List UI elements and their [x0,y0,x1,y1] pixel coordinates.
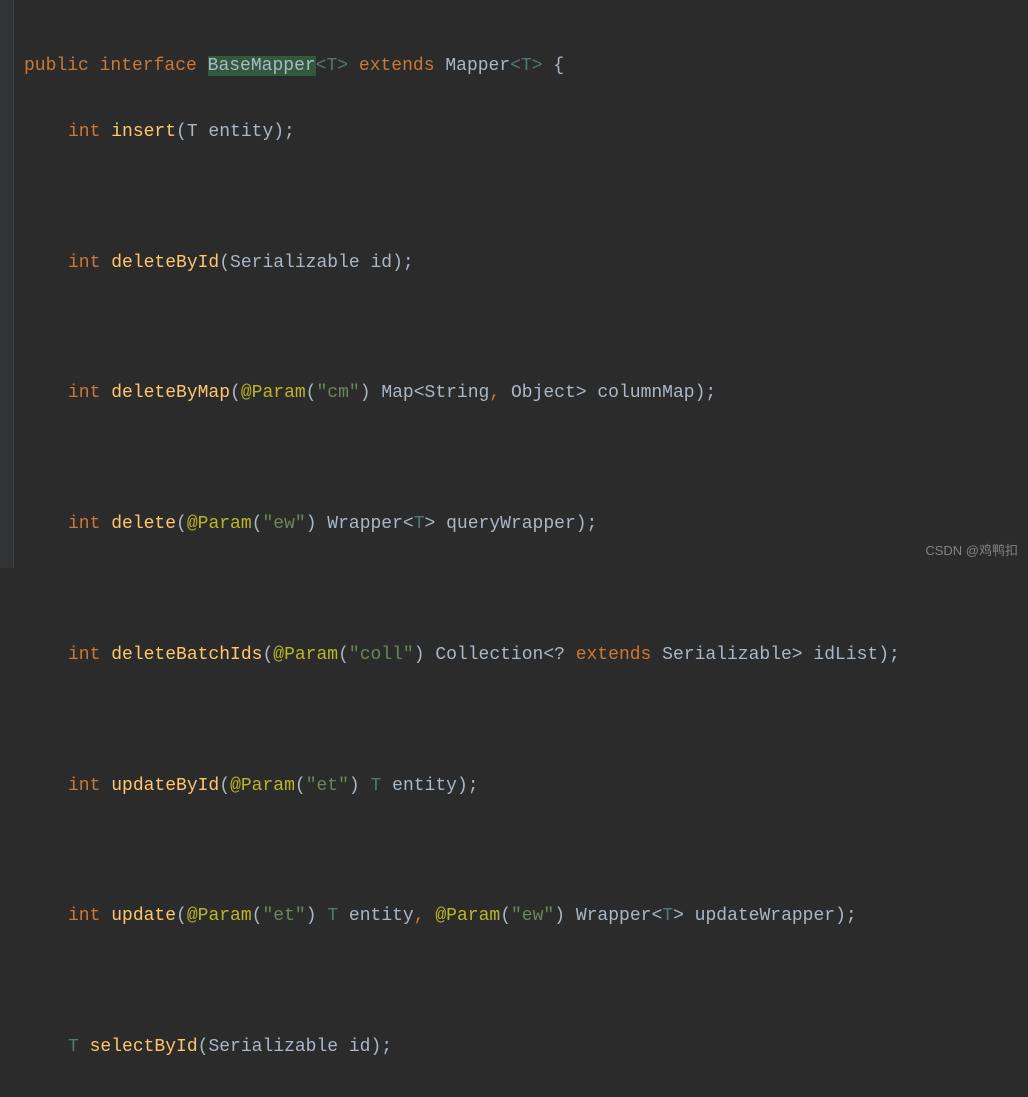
paren: ) [360,383,371,403]
annotation: @Param [230,776,295,796]
string-literal: "ew" [262,514,305,534]
paren: ( [176,906,187,926]
space [317,906,328,926]
return-type: int [68,906,100,926]
string-literal: "cm" [316,383,359,403]
blank-line [24,966,1028,999]
return-type: int [68,645,100,665]
string-literal: "coll" [349,645,414,665]
code-line: int deleteBatchIds(@Param("coll") Collec… [24,639,1028,672]
generic-param: T [662,906,673,926]
paren: ( [252,514,263,534]
params: entity); [381,776,478,796]
code-line: int insert(T entity); [24,116,1028,149]
keyword-extends: extends [576,645,652,665]
params: entity [338,906,414,926]
method-name: deleteById [111,253,219,273]
params: Collection<? [425,645,576,665]
code-line: int delete(@Param("ew") Wrapper<T> query… [24,508,1028,541]
blank-line [24,574,1028,607]
parent-class: Mapper [445,56,510,76]
code-line: public interface BaseMapper<T> extends M… [24,50,1028,83]
paren: ( [295,776,306,796]
brace: { [543,56,565,76]
paren: ( [230,383,241,403]
return-type: int [68,253,100,273]
paren: ) [306,514,317,534]
return-type: int [68,776,100,796]
params: Wrapper< [565,906,662,926]
params: > updateWrapper); [673,906,857,926]
comma: , [414,906,425,926]
params: Object> columnMap); [500,383,716,403]
paren: ) [306,906,317,926]
string-literal: "ew" [511,906,554,926]
method-name: updateById [111,776,219,796]
string-literal: "et" [306,776,349,796]
annotation: @Param [241,383,306,403]
watermark: CSDN @鸡鸭扣 [925,539,1018,562]
paren: ( [252,906,263,926]
comma: , [489,383,500,403]
space [425,906,436,926]
generic-param: T [327,906,338,926]
generic-param: <T> [316,56,348,76]
code-line: int deleteByMap(@Param("cm") Map<String,… [24,377,1028,410]
params: Map<String [371,383,490,403]
params: (Serializable id); [198,1037,392,1057]
params: Serializable> idList); [651,645,899,665]
paren: ( [176,514,187,534]
paren: ( [338,645,349,665]
params: Wrapper< [317,514,414,534]
keyword-extends: extends [359,56,435,76]
keyword-interface: interface [100,56,197,76]
paren: ( [500,906,511,926]
return-type: int [68,383,100,403]
annotation: @Param [187,906,252,926]
editor-gutter [0,0,14,568]
blank-line [24,835,1028,868]
method-name: update [111,906,176,926]
paren: ) [349,776,360,796]
paren: ) [554,906,565,926]
paren: ( [219,776,230,796]
paren: ( [262,645,273,665]
blank-line [24,704,1028,737]
code-line: int updateById(@Param("et") T entity); [24,770,1028,803]
code-editor[interactable]: public interface BaseMapper<T> extends M… [0,0,1028,1097]
method-name: insert [111,122,176,142]
annotation: @Param [435,906,500,926]
string-literal: "et" [262,906,305,926]
method-name: delete [111,514,176,534]
return-type: int [68,122,100,142]
code-line: T selectById(Serializable id); [24,1031,1028,1064]
paren: ( [306,383,317,403]
return-type: T [68,1037,79,1057]
keyword-public: public [24,56,89,76]
blank-line [24,181,1028,214]
method-name: deleteBatchIds [111,645,262,665]
code-line: int update(@Param("et") T entity, @Param… [24,900,1028,933]
class-name: BaseMapper [208,56,316,76]
generic-param: <T> [510,56,542,76]
params: (T entity); [176,122,295,142]
method-name: selectById [90,1037,198,1057]
annotation: @Param [273,645,338,665]
params: (Serializable id); [219,253,413,273]
params [360,776,371,796]
blank-line [24,443,1028,476]
annotation: @Param [187,514,252,534]
method-name: deleteByMap [111,383,230,403]
params: > queryWrapper); [425,514,598,534]
generic-param: T [414,514,425,534]
blank-line [24,312,1028,345]
return-type: int [68,514,100,534]
code-line: int deleteById(Serializable id); [24,247,1028,280]
paren: ) [414,645,425,665]
generic-param: T [371,776,382,796]
